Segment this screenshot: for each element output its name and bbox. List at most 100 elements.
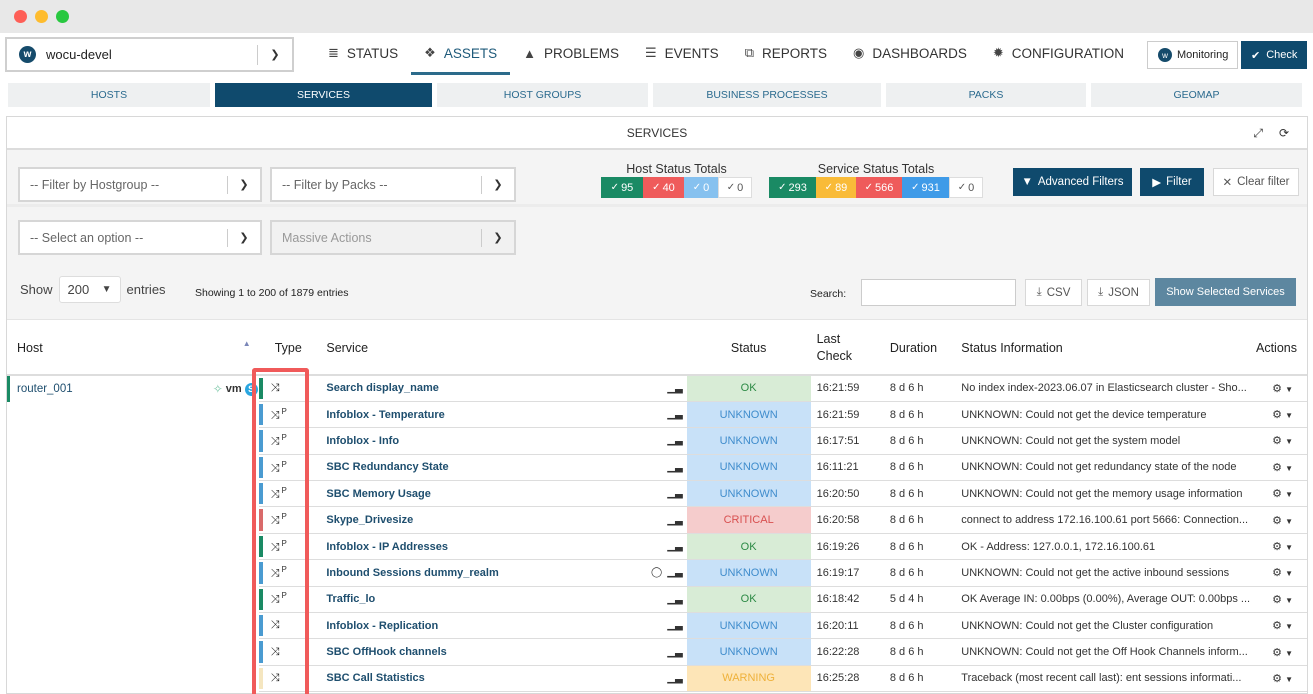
actions-dropdown[interactable]: ⚙ ▼ [1251,638,1307,666]
nav-dashboards[interactable]: ◉ DASHBOARDS [840,33,980,73]
nav-label: ASSETS [443,45,498,61]
advanced-filters-button[interactable]: ▼ Advanced Filters [1013,168,1132,196]
actions-dropdown[interactable]: ⚙ ▼ [1251,375,1307,402]
json-export-button[interactable]: ⤓ JSON [1087,279,1150,306]
hostgroup-filter[interactable]: -- Filter by Hostgroup -- ❯ [18,167,262,202]
nav-reports[interactable]: ⧉ REPORTS [732,33,840,73]
status-badge-down[interactable]: ✓ 40 [643,177,684,198]
graph-icon[interactable]: ▁▃ [667,541,682,552]
actions-dropdown[interactable]: ⚙ ▼ [1251,480,1307,508]
actions-dropdown[interactable]: ⚙ ▼ [1251,586,1307,614]
host-link[interactable]: router_001 [17,383,213,395]
actions-dropdown[interactable]: ⚙ ▼ [1251,427,1307,455]
service-link[interactable]: SBC OffHook channels [326,646,446,658]
service-link[interactable]: Infoblox - IP Addresses [326,541,448,553]
host-header[interactable]: Host ▲ [7,321,259,376]
graph-icon[interactable]: ▁▃ [667,435,682,446]
graph-icon[interactable]: ▁▃ [667,673,682,684]
status-badge-warning[interactable]: ✓ 89 [816,177,856,198]
option-select[interactable]: -- Select an option -- ❯ [18,220,262,255]
window-maximize-button[interactable] [56,10,69,23]
nav-assets[interactable]: ❖ ASSETS [411,33,511,75]
graph-icon[interactable]: ▁▃ [667,567,682,578]
service-link[interactable]: Search display_name [326,382,439,394]
actions-dropdown[interactable]: ⚙ ▼ [1251,665,1307,693]
graph-icon[interactable]: ▁▃ [667,647,682,658]
last-check-header[interactable]: Last Check [810,321,884,376]
subtab-packs[interactable]: PACKS [886,83,1086,107]
service-link[interactable]: Traffic_lo [326,593,375,605]
subtab-services[interactable]: SERVICES [215,83,432,107]
duration-header[interactable]: Duration [883,321,956,376]
status-badge-pending[interactable]: ✓ 0 [949,177,983,198]
packs-filter[interactable]: -- Filter by Packs -- ❯ [270,167,516,202]
graph-icon[interactable]: ▁▃ [667,515,682,526]
service-link[interactable]: SBC Redundancy State [326,461,448,473]
check-circle-icon: ✔ [1251,49,1261,62]
subtab-hosts[interactable]: HOSTS [8,83,210,107]
entries-select[interactable]: 200 ▼ [58,276,121,303]
service-link[interactable]: Infoblox - Temperature [326,409,444,421]
actions-dropdown[interactable]: ⚙ ▼ [1251,506,1307,534]
service-link[interactable]: Skype_Drivesize [326,514,413,526]
sort-asc-icon[interactable]: ▲ [243,339,251,348]
show-selected-services-button[interactable]: Show Selected Services [1155,278,1296,306]
site-selector[interactable]: w wocu-devel ❯ [5,37,294,72]
status-badge-ok[interactable]: ✓ 293 [769,177,816,198]
graph-icon[interactable]: ▁▃ [667,409,682,420]
status-badge-up[interactable]: ✓ 95 [601,177,643,198]
duration: 8 d 6 h [883,638,956,666]
service-link[interactable]: Inbound Sessions dummy_realm [326,567,498,579]
status-information: Traceback (most recent call last): ent s… [955,665,1252,693]
subtab-host-groups[interactable]: HOST GROUPS [437,83,648,107]
graph-icon[interactable]: ▁▃ [667,620,682,631]
graph-icon[interactable]: ▁▃ [667,488,682,499]
search-input[interactable] [861,279,1016,306]
window-minimize-button[interactable] [35,10,48,23]
json-label: JSON [1108,286,1139,299]
subtab-geomap[interactable]: GEOMAP [1091,83,1302,107]
actions-dropdown[interactable]: ⚙ ▼ [1251,612,1307,640]
type-header[interactable]: Type [258,321,313,376]
clear-filter-button[interactable]: ✕ Clear filter [1213,168,1299,196]
compress-icon[interactable]: ⤢ [1253,126,1263,141]
nav-events[interactable]: ☰ EVENTS [632,33,732,73]
status-badge-unreachable[interactable]: ✓ 0 [684,177,718,198]
service-icons-cell: ▁▃ [651,375,687,402]
actions-dropdown[interactable]: ⚙ ▼ [1251,454,1307,482]
chevron-down-icon[interactable]: ❯ [258,48,292,61]
status-badge-critical[interactable]: ✓ 566 [856,177,902,198]
status-information: OK - Address: 127.0.0.1, 172.16.100.61 [955,533,1252,561]
service-link[interactable]: SBC Memory Usage [326,488,431,500]
status-information-header[interactable]: Status Information [955,321,1252,376]
service-link[interactable]: Infoblox - Info [326,435,399,447]
graph-icon[interactable]: ▁▃ [667,594,682,605]
nav-configuration[interactable]: ✹ CONFIGURATION [980,33,1137,73]
badge-count: 0 [968,181,975,194]
monitoring-button[interactable]: w Monitoring [1147,41,1238,69]
check-button[interactable]: ✔ Check [1241,41,1307,69]
actions-dropdown[interactable]: ⚙ ▼ [1251,533,1307,561]
window-close-button[interactable] [14,10,27,23]
subtab-business-processes[interactable]: BUSINESS PROCESSES [653,83,881,107]
refresh-icon[interactable]: ⟳ [1279,126,1289,141]
shuffle-icon: ⤨ [270,488,280,501]
actions-dropdown[interactable]: ⚙ ▼ [1251,559,1307,587]
table-row[interactable]: router_001 ✧ vm S ⤨ Search display_name … [7,375,1307,402]
graph-icon[interactable]: ▁▃ [667,462,682,473]
actions-dropdown[interactable]: ⚙ ▼ [1251,401,1307,429]
status-badge-pending[interactable]: ✓ 0 [718,177,752,198]
cogs-icon: ⚙ [1272,461,1283,474]
nav-status[interactable]: ≣ STATUS [315,33,411,73]
graph-icon[interactable]: ▁▃ [667,383,682,394]
service-link[interactable]: Infoblox - Replication [326,620,438,632]
status-header[interactable]: Status [686,321,811,376]
comment-icon[interactable]: ◯ [651,567,662,578]
service-header[interactable]: Service [312,321,652,376]
status-badge-unknown[interactable]: ✓ 931 [902,177,949,198]
filter-button[interactable]: ▶ Filter [1140,168,1204,196]
massive-actions-select[interactable]: Massive Actions ❯ [270,220,516,255]
service-link[interactable]: SBC Call Statistics [326,672,424,684]
nav-problems[interactable]: ▲ PROBLEMS [510,33,632,73]
csv-export-button[interactable]: ⤓ CSV [1025,279,1082,306]
